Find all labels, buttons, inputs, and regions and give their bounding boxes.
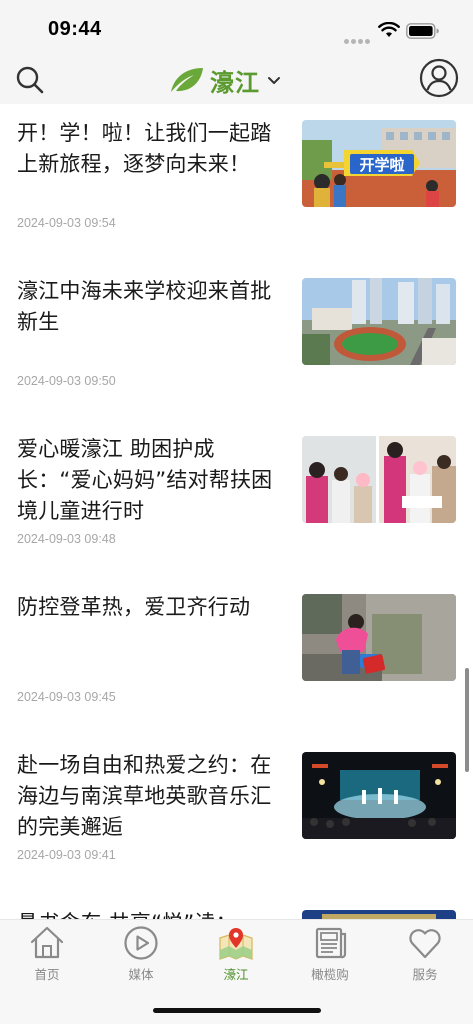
home-indicator	[153, 1008, 321, 1013]
reading-event-image	[302, 910, 456, 919]
leaf-logo-icon	[171, 68, 203, 92]
news-thumbnail: 开学啦	[302, 120, 456, 207]
region-selector[interactable]: 濠江	[168, 62, 282, 98]
home-icon	[30, 926, 64, 959]
map-pin-icon	[219, 928, 253, 960]
wifi-icon	[378, 22, 400, 37]
news-thumbnail	[302, 594, 456, 681]
tab-media[interactable]: 媒体	[101, 924, 181, 986]
tab-label: 服务	[412, 967, 438, 982]
campus-aerial-image	[302, 278, 456, 365]
newspaper-icon	[315, 927, 347, 959]
news-feed[interactable]: 开！学！啦！让我们一起踏上新旅程，逐梦向未来！ 2024-09-03 09:54…	[0, 104, 473, 919]
news-title: 赴一场自由和热爱之约：在海边与南滨草地英歌音乐汇的完美邂逅	[17, 753, 272, 839]
news-item[interactable]: 开！学！啦！让我们一起踏上新旅程，逐梦向未来！ 2024-09-03 09:54…	[0, 104, 473, 262]
news-item[interactable]: 赴一场自由和热爱之约：在海边与南滨草地英歌音乐汇的完美邂逅 2024-09-03…	[0, 736, 473, 894]
tab-label: 濠江	[223, 967, 249, 982]
dengue-prevention-image	[302, 594, 456, 681]
news-time: 2024-09-03 09:48	[17, 532, 116, 546]
news-time: 2024-09-03 09:41	[17, 848, 116, 862]
status-time: 09:44	[48, 18, 102, 40]
tab-label: 橄榄购	[311, 967, 349, 982]
user-avatar-icon[interactable]	[419, 58, 459, 98]
news-title: 防控登革热，爱卫齐行动	[17, 595, 251, 619]
news-title: 爱心暖濠江 助困护成长：“爱心妈妈”结对帮扶困境儿童进行时	[17, 437, 273, 523]
thumbnail-caption: 开学啦	[359, 156, 404, 174]
news-thumbnail	[302, 278, 456, 365]
news-item[interactable]: 悬书含东 共享“悦”读：	[0, 894, 473, 919]
nav-bar: 濠江	[0, 56, 473, 104]
tab-olive-shop[interactable]: 橄榄购	[290, 924, 370, 986]
news-time: 2024-09-03 09:50	[17, 374, 116, 388]
music-concert-image	[302, 752, 456, 839]
news-title: 开！学！啦！让我们一起踏上新旅程，逐梦向未来！	[17, 121, 272, 176]
charity-visit-image	[302, 436, 456, 523]
tab-label: 首页	[34, 967, 60, 982]
signal-dots-icon	[344, 31, 374, 44]
tab-service[interactable]: 服务	[385, 924, 465, 986]
tab-home[interactable]: 首页	[7, 924, 87, 986]
news-item[interactable]: 濠江中海未来学校迎来首批新生 2024-09-03 09:50	[0, 262, 473, 420]
page-title: 濠江	[210, 68, 260, 97]
news-time: 2024-09-03 09:45	[17, 690, 116, 704]
battery-icon	[406, 23, 439, 39]
heart-icon	[409, 929, 441, 959]
status-bar: 09:44	[0, 0, 473, 56]
news-title: 濠江中海未来学校迎来首批新生	[17, 279, 272, 334]
scroll-indicator[interactable]	[465, 668, 469, 772]
search-icon[interactable]	[14, 64, 46, 96]
news-time: 2024-09-03 09:54	[17, 216, 116, 230]
tab-haojiang[interactable]: 濠江	[196, 924, 276, 986]
school-opening-image: 开学啦	[302, 120, 456, 207]
news-item[interactable]: 防控登革热，爱卫齐行动 2024-09-03 09:45	[0, 578, 473, 736]
play-circle-icon	[124, 926, 158, 960]
news-thumbnail	[302, 436, 456, 523]
news-thumbnail	[302, 910, 456, 919]
chevron-down-icon	[268, 77, 280, 84]
news-title: 悬书含东 共享“悦”读：	[17, 908, 287, 919]
tab-label: 媒体	[128, 967, 154, 982]
news-thumbnail	[302, 752, 456, 839]
news-item[interactable]: 爱心暖濠江 助困护成长：“爱心妈妈”结对帮扶困境儿童进行时 2024-09-03…	[0, 420, 473, 578]
